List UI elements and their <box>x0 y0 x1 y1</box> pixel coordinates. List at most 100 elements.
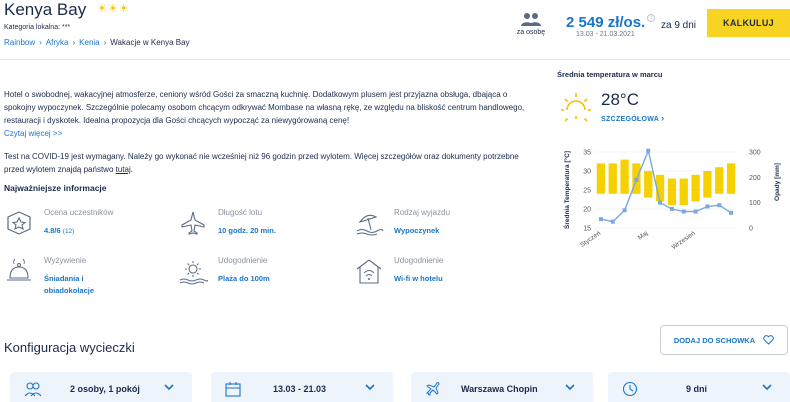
precipitation-point <box>634 177 639 182</box>
breadcrumb-item[interactable]: Rainbow <box>4 38 35 47</box>
info-icon[interactable]: i <box>647 14 656 22</box>
price-amount: 2 549 zł/os. <box>566 14 646 31</box>
duration-select[interactable]: 9 dni <box>608 372 790 402</box>
precipitation-point <box>622 208 627 213</box>
precipitation-point <box>658 200 663 205</box>
precipitation-point <box>669 207 674 211</box>
chevron-right-icon: › <box>39 38 42 47</box>
header: Kenya Bay ☀☀☀ Kategoria lokalna: *** Rai… <box>0 0 790 60</box>
info-trip-type: Rodzaj wyjazdu Wypoczynek <box>354 208 514 248</box>
persons-indicator[interactable]: za osobę <box>511 12 551 36</box>
price-box: 2 549 zł/os. i 13.03 - 21.03.2021 <box>566 14 658 38</box>
info-label: Wyżywienie <box>44 256 87 265</box>
x-tick-label: Wrzesień <box>671 230 697 251</box>
precipitation-point <box>681 209 686 214</box>
y-tick-label-left: 15 <box>583 226 591 233</box>
temperature-bar <box>726 163 736 194</box>
config-title: Konfiguracja wycieczki <box>4 340 135 355</box>
trip-type: Wypoczynek <box>394 226 440 235</box>
temperature-bar <box>620 159 629 194</box>
temperature-bar <box>703 171 712 198</box>
info-beach: Udogodnienie Plaża do 100m <box>178 256 338 296</box>
add-to-clipboard-button[interactable]: DODAJ DO SCHOWKA <box>660 325 788 355</box>
info-wifi: Udogodnienie Wi-fi w hotelu <box>354 256 514 296</box>
info-label: Rodzaj wyjazdu <box>394 208 451 217</box>
breadcrumb: Rainbow › Afryka › Kenia › Wakacje w Ken… <box>4 38 190 47</box>
read-more-link[interactable]: Czytaj więcej >> <box>4 129 62 138</box>
trip-length: za 9 dni <box>661 20 697 31</box>
breadcrumb-current: Wakacje w Kenya Bay <box>110 38 190 47</box>
y-axis-label-right: Opady [mm] <box>774 163 781 201</box>
precipitation-point <box>610 219 615 224</box>
date-select-value: 13.03 - 21.03 <box>273 384 327 394</box>
y-tick-label-left: 20 <box>583 207 591 214</box>
y-tick-label-left: 30 <box>583 169 591 176</box>
rating-value: 4.8/6 <box>44 226 61 235</box>
chevron-right-icon: › <box>103 38 107 47</box>
y-tick-label-right: 200 <box>749 175 761 182</box>
chevron-down-icon <box>164 384 174 391</box>
precipitation-point <box>646 148 651 153</box>
info-label: Długość lotu <box>218 208 263 217</box>
people-icon <box>24 382 42 397</box>
weather-title: Średnia temperatura w marcu <box>557 70 663 79</box>
precipitation-point <box>729 210 734 215</box>
people-select-value: 2 osoby, 1 pokój <box>70 384 140 394</box>
precipitation-point <box>705 204 710 209</box>
wifi-info: Wi-fi w hotelu <box>394 274 443 283</box>
covid-end: . <box>130 165 133 174</box>
chevron-down-icon <box>762 384 772 391</box>
x-tick-label: Styczeń <box>579 230 602 249</box>
sun-icon <box>561 93 591 122</box>
departure-select[interactable]: Warszawa Chopin <box>411 372 593 402</box>
temperature-bar <box>715 167 724 194</box>
wifi-house-icon <box>356 259 382 284</box>
people-icon <box>521 13 541 26</box>
precipitation-point <box>717 203 722 208</box>
y-tick-label-left: 25 <box>583 188 591 195</box>
flight-duration: 10 godz. 20 min. <box>218 226 276 235</box>
weather-details-link[interactable]: SZCZEGÓŁOWA › <box>601 113 664 123</box>
board-type: Śniadania i obiadokolacje <box>44 274 95 295</box>
weather-details-label: SZCZEGÓŁOWA <box>601 116 659 123</box>
info-label: Udogodnienie <box>218 256 268 265</box>
temperature-bar <box>691 174 700 202</box>
calendar-icon <box>225 382 241 397</box>
info-flight: Długość lotu 10 godz. 20 min. <box>178 208 338 248</box>
breadcrumb-item[interactable]: Kenia <box>79 38 99 47</box>
add-to-clipboard-label: DODAJ DO SCHOWKA <box>673 335 756 345</box>
y-tick-label-right: 100 <box>749 200 761 207</box>
temperature-bar <box>667 178 677 206</box>
date-select[interactable]: 13.03 - 21.03 <box>211 372 393 402</box>
chevron-down-icon <box>365 384 375 391</box>
covid-link[interactable]: tutaj <box>116 165 131 174</box>
hotel-name: Kenya Bay <box>4 0 87 19</box>
chevron-right-icon: › <box>72 38 76 47</box>
price-dates: 13.03 - 21.03.2021 <box>576 31 635 38</box>
heart-icon <box>763 335 774 345</box>
info-label: Udogodnienie <box>394 256 444 265</box>
sun-beach-icon <box>179 261 208 285</box>
precipitation-line <box>600 148 732 223</box>
persons-label: za osobę <box>516 29 546 36</box>
temperature-bar <box>596 163 606 194</box>
breadcrumb-item[interactable]: Afryka <box>46 38 69 47</box>
local-category: Kategoria lokalna: *** <box>4 24 71 31</box>
info-label: Ocena uczestników <box>44 208 114 217</box>
info-rating: Ocena uczestników 4.8/6 (12) <box>4 208 164 248</box>
y-tick-label-right: 300 <box>749 150 761 157</box>
duration-select-value: 9 dni <box>686 384 708 394</box>
people-select[interactable]: 2 osoby, 1 pokój <box>10 372 192 402</box>
rating-star-icon <box>7 211 31 235</box>
weather-chart: 15 20 25 30 35 0 100 200 300 Styczeń Maj Wrzesień Śr… <box>562 148 781 251</box>
key-info-title: Najważniejsze informacje <box>4 183 107 193</box>
beach-umbrella-icon <box>356 214 384 236</box>
temperature-bar <box>644 171 653 198</box>
y-tick-label-left: 35 <box>583 150 591 157</box>
precipitation-point <box>598 217 603 222</box>
calculate-button[interactable]: KALKULUJ <box>707 9 790 37</box>
y-tick-label-right: 0 <box>749 226 753 233</box>
precipitation-point <box>693 209 698 214</box>
covid-info: Test na COVID-19 jest wymagany. Należy g… <box>4 150 532 176</box>
y-axis-label-left: Średnia Temperatura [°C] <box>562 151 571 229</box>
